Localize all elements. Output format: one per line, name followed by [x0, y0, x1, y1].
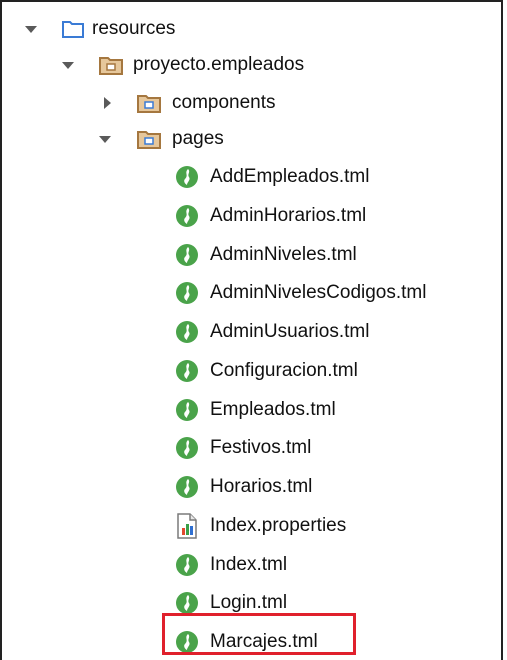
- tree-node-label: components: [172, 92, 276, 113]
- tree-file-row[interactable]: AdminUsuarios.tml: [2, 317, 502, 347]
- tree-file-label: AddEmpleados.tml: [210, 166, 370, 187]
- tree-file-row[interactable]: AdminHorarios.tml: [2, 201, 502, 231]
- tree-node-pages[interactable]: pages: [2, 124, 502, 154]
- tree-file-row[interactable]: Festivos.tml: [2, 433, 502, 463]
- tapestry-template-icon: [175, 475, 199, 505]
- tree-node-label: proyecto.empleados: [133, 54, 305, 75]
- tree-file-label: AdminUsuarios.tml: [210, 321, 370, 342]
- tree-node-components[interactable]: components: [2, 88, 502, 118]
- tree-node-proyecto-empleados[interactable]: proyecto.empleados: [2, 50, 502, 80]
- highlight-box: [162, 613, 356, 655]
- expand-arrow-icon[interactable]: [62, 62, 74, 69]
- package-icon: [99, 57, 123, 75]
- package-icon: [137, 131, 161, 149]
- tapestry-template-icon: [175, 281, 199, 311]
- tree-file-label: AdminNivelesCodigos.tml: [210, 282, 427, 303]
- project-tree-panel: resources proyecto.empleados components …: [0, 0, 503, 660]
- tapestry-template-icon: [175, 165, 199, 195]
- tree-file-label: Configuracion.tml: [210, 360, 358, 381]
- tapestry-template-icon: [175, 204, 199, 234]
- tree-file-row[interactable]: Index.properties: [2, 511, 502, 541]
- expand-arrow-icon[interactable]: [25, 26, 37, 33]
- tree-file-label: Festivos.tml: [210, 437, 312, 458]
- folder-icon: [62, 21, 84, 38]
- tree-file-row[interactable]: Horarios.tml: [2, 472, 502, 502]
- tree-file-row[interactable]: Configuracion.tml: [2, 356, 502, 386]
- tapestry-template-icon: [175, 359, 199, 389]
- tree-file-row[interactable]: AddEmpleados.tml: [2, 162, 502, 192]
- tapestry-template-icon: [175, 553, 199, 583]
- tapestry-template-icon: [175, 398, 199, 428]
- collapse-arrow-icon[interactable]: [104, 97, 111, 109]
- tree-file-row[interactable]: Index.tml: [2, 550, 502, 580]
- tapestry-template-icon: [175, 243, 199, 273]
- tree-file-label: AdminNiveles.tml: [210, 244, 357, 265]
- tree-node-label: resources: [92, 18, 176, 39]
- tapestry-template-icon: [175, 320, 199, 350]
- tree-file-label: Index.properties: [210, 515, 347, 536]
- tree-file-row[interactable]: AdminNivelesCodigos.tml: [2, 278, 502, 308]
- expand-arrow-icon[interactable]: [99, 136, 111, 143]
- tree-node-resources[interactable]: resources: [2, 14, 502, 44]
- tree-file-label: Horarios.tml: [210, 476, 313, 497]
- tapestry-template-icon: [175, 436, 199, 466]
- tree-file-label: Index.tml: [210, 554, 288, 575]
- tree-file-row[interactable]: Empleados.tml: [2, 395, 502, 425]
- tree-file-label: AdminHorarios.tml: [210, 205, 367, 226]
- tree-node-label: pages: [172, 128, 224, 149]
- tree-file-row[interactable]: AdminNiveles.tml: [2, 240, 502, 270]
- tree-file-label: Empleados.tml: [210, 399, 336, 420]
- properties-file-icon: [176, 513, 198, 545]
- package-icon: [137, 95, 161, 113]
